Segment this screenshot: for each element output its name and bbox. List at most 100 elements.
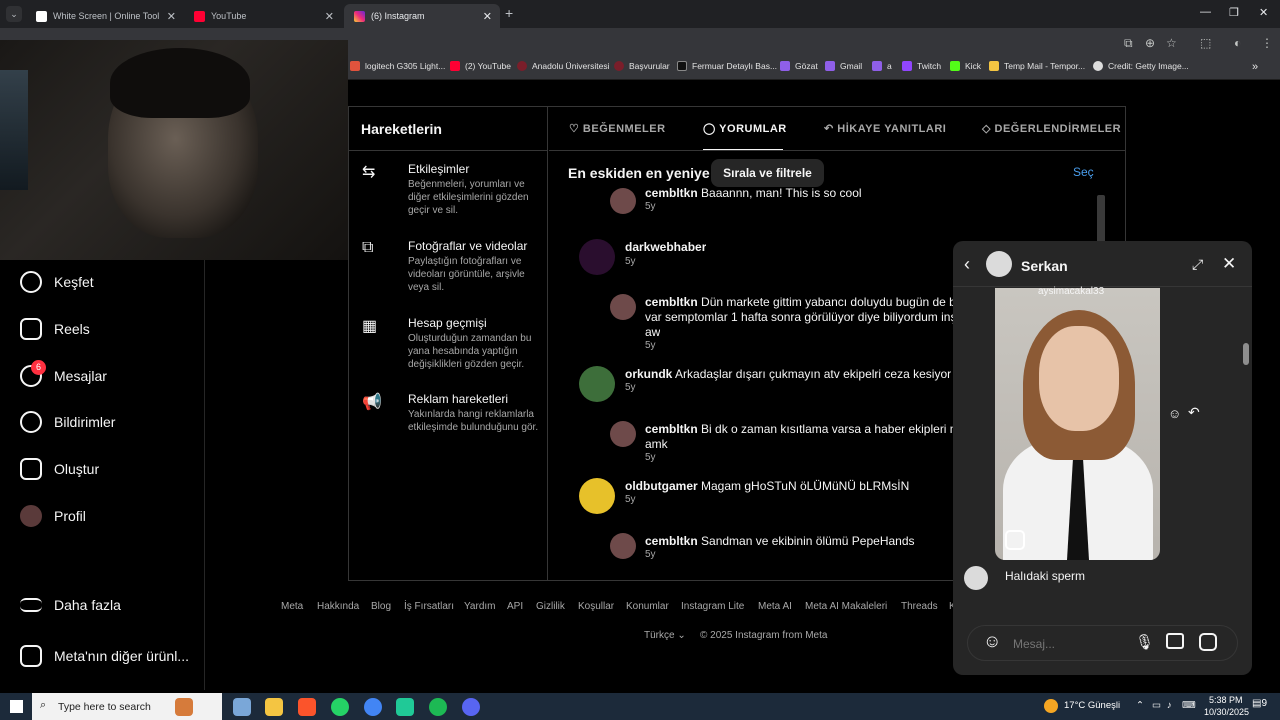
back-arrow-icon[interactable]: ‹ (964, 254, 970, 275)
language-icon[interactable]: ⌨ (1182, 700, 1196, 711)
reel-username[interactable]: aysimacakal33 (1038, 286, 1104, 297)
nav-create[interactable]: Oluştur (20, 458, 99, 480)
footer-link[interactable]: Koşullar (578, 601, 614, 612)
tab-white-screen[interactable]: White Screen | Online Tool ✕ (26, 4, 184, 28)
brave-browser-icon[interactable] (298, 698, 316, 716)
whatsapp-icon[interactable] (331, 698, 349, 716)
network-icon[interactable]: ▭ (1152, 700, 1161, 711)
tab-reviews[interactable]: ◇ DEĞERLENDİRMELER (982, 122, 1121, 135)
nav-notifications[interactable]: Bildirimler (20, 411, 115, 433)
bookmark-item[interactable]: Gmail (825, 61, 862, 71)
file-explorer-icon[interactable] (265, 698, 283, 716)
emoji-icon[interactable]: ☺ (983, 631, 1001, 652)
sort-filter-button[interactable]: Sırala ve filtrele (711, 159, 824, 187)
kebab-menu-icon[interactable]: ⋮ (1261, 36, 1273, 50)
extensions-icon[interactable]: ⬚ (1200, 36, 1211, 50)
bookmark-item[interactable]: Kick (950, 61, 981, 71)
bookmark-item[interactable]: (2) YouTube (450, 61, 511, 71)
footer-link[interactable]: İş Fırsatları (404, 601, 454, 612)
avatar[interactable] (579, 366, 615, 402)
notifications-icon[interactable]: ▤9 (1252, 698, 1267, 709)
footer-link[interactable]: Blog (371, 601, 391, 612)
footer-link[interactable]: Yardım (464, 601, 496, 612)
search-highlight-icon[interactable] (175, 698, 193, 716)
close-icon[interactable]: ✕ (1222, 254, 1236, 274)
clock-date[interactable]: 10/30/2025 (1204, 707, 1249, 717)
clock-time[interactable]: 5:38 PM (1209, 695, 1243, 705)
avatar[interactable] (610, 294, 636, 320)
app-icon[interactable] (396, 698, 414, 716)
maximize-button[interactable]: ❐ (1229, 6, 1239, 19)
minimize-button[interactable]: — (1200, 6, 1211, 18)
chat-scrollbar[interactable] (1243, 343, 1249, 365)
avatar[interactable] (579, 478, 615, 514)
bookmark-item[interactable]: Anadolu Üniversitesi (517, 61, 609, 71)
spotify-icon[interactable] (429, 698, 447, 716)
new-tab-button[interactable]: + (505, 5, 513, 21)
avatar[interactable] (610, 533, 636, 559)
close-tab-icon[interactable]: ✕ (167, 10, 176, 23)
tab-comments[interactable]: ◯ YORUMLAR (703, 122, 787, 135)
footer-link[interactable]: Instagram Lite (681, 601, 744, 612)
message-input[interactable] (1013, 637, 1123, 651)
chrome-icon[interactable] (364, 698, 382, 716)
comments-scrollbar[interactable] (1097, 195, 1105, 245)
avatar[interactable] (986, 251, 1012, 277)
menu-ad-activity[interactable]: 📢 Reklam hareketleri Yakınlarda hangi re… (362, 392, 542, 452)
select-button[interactable]: Seç (1073, 165, 1094, 179)
close-window-button[interactable]: ✕ (1259, 6, 1268, 19)
nav-more[interactable]: Daha fazla (20, 597, 121, 613)
bookmark-item[interactable]: Başvurular (614, 61, 670, 71)
bookmark-item[interactable]: a (872, 61, 892, 71)
sticker-icon[interactable] (1199, 633, 1217, 651)
bookmark-item[interactable]: logitech G305 Light... (350, 61, 445, 71)
footer-link[interactable]: Meta (281, 601, 303, 612)
expand-icon[interactable]: ⤢ (1192, 256, 1203, 273)
avatar[interactable] (610, 188, 636, 214)
weather-text[interactable]: 17°C Güneşli (1064, 700, 1120, 711)
language-selector[interactable]: Türkçe ⌄ (644, 630, 686, 641)
profile-icon[interactable]: ◐ (1234, 36, 1241, 50)
footer-link[interactable]: Threads (901, 601, 938, 612)
close-tab-icon[interactable]: ✕ (483, 10, 492, 23)
reply-icon[interactable]: ↶ (1188, 404, 1200, 421)
tab-instagram[interactable]: (6) Instagram ✕ (344, 4, 500, 28)
footer-link[interactable]: Meta AI (758, 601, 792, 612)
bookmarks-overflow-icon[interactable]: » (1252, 61, 1258, 73)
nav-meta-apps[interactable]: Meta'nın diğer ürünl... (20, 645, 189, 667)
avatar[interactable] (579, 239, 615, 275)
chevron-up-icon[interactable]: ⌃ (1136, 700, 1144, 711)
bookmark-item[interactable]: Gözat (780, 61, 818, 71)
microphone-icon[interactable]: 🎙 (1135, 633, 1154, 651)
shared-reel[interactable] (995, 288, 1160, 560)
menu-account-history[interactable]: ▦ Hesap geçmişi Oluşturduğun zamandan bu… (362, 316, 542, 376)
bookmark-item[interactable]: Fermuar Detaylı Bas... (677, 61, 777, 71)
menu-interactions[interactable]: ⇆ Etkileşimler Beğenmeleri, yorumları ve… (362, 162, 542, 222)
bookmark-item[interactable]: Temp Mail - Tempor... (989, 61, 1085, 71)
tab-search-button[interactable]: ⌄ (6, 6, 22, 22)
install-app-icon[interactable]: ⧉ (1124, 36, 1133, 51)
footer-link[interactable]: Hakkında (317, 601, 359, 612)
close-tab-icon[interactable]: ✕ (325, 10, 334, 23)
windows-start-icon[interactable] (10, 700, 23, 713)
footer-link[interactable]: Meta AI Makaleleri (805, 601, 887, 612)
bookmark-item[interactable]: Credit: Getty Image... (1093, 61, 1189, 71)
volume-icon[interactable]: ♪ (1167, 700, 1172, 711)
footer-link[interactable]: Gizlilik (536, 601, 565, 612)
zoom-icon[interactable]: ⊕ (1145, 36, 1155, 50)
nav-profile[interactable]: Profil (20, 505, 86, 527)
discord-icon[interactable] (462, 698, 480, 716)
footer-link[interactable]: API (507, 601, 523, 612)
nav-explore[interactable]: Keşfet (20, 271, 94, 293)
avatar[interactable] (964, 566, 988, 590)
tab-story-replies[interactable]: ↶ HİKAYE YANITLARI (824, 122, 946, 135)
tab-likes[interactable]: ♡ BEĞENMELER (569, 122, 666, 135)
emoji-react-icon[interactable]: ☺ (1168, 406, 1181, 421)
bookmark-item[interactable]: Twitch (902, 61, 941, 71)
image-icon[interactable] (1166, 633, 1184, 649)
footer-link[interactable]: Konumlar (626, 601, 669, 612)
task-view-icon[interactable] (233, 698, 251, 716)
tab-youtube[interactable]: YouTube ✕ (184, 4, 342, 28)
bookmark-star-icon[interactable]: ☆ (1166, 36, 1177, 50)
nav-reels[interactable]: Reels (20, 318, 90, 340)
